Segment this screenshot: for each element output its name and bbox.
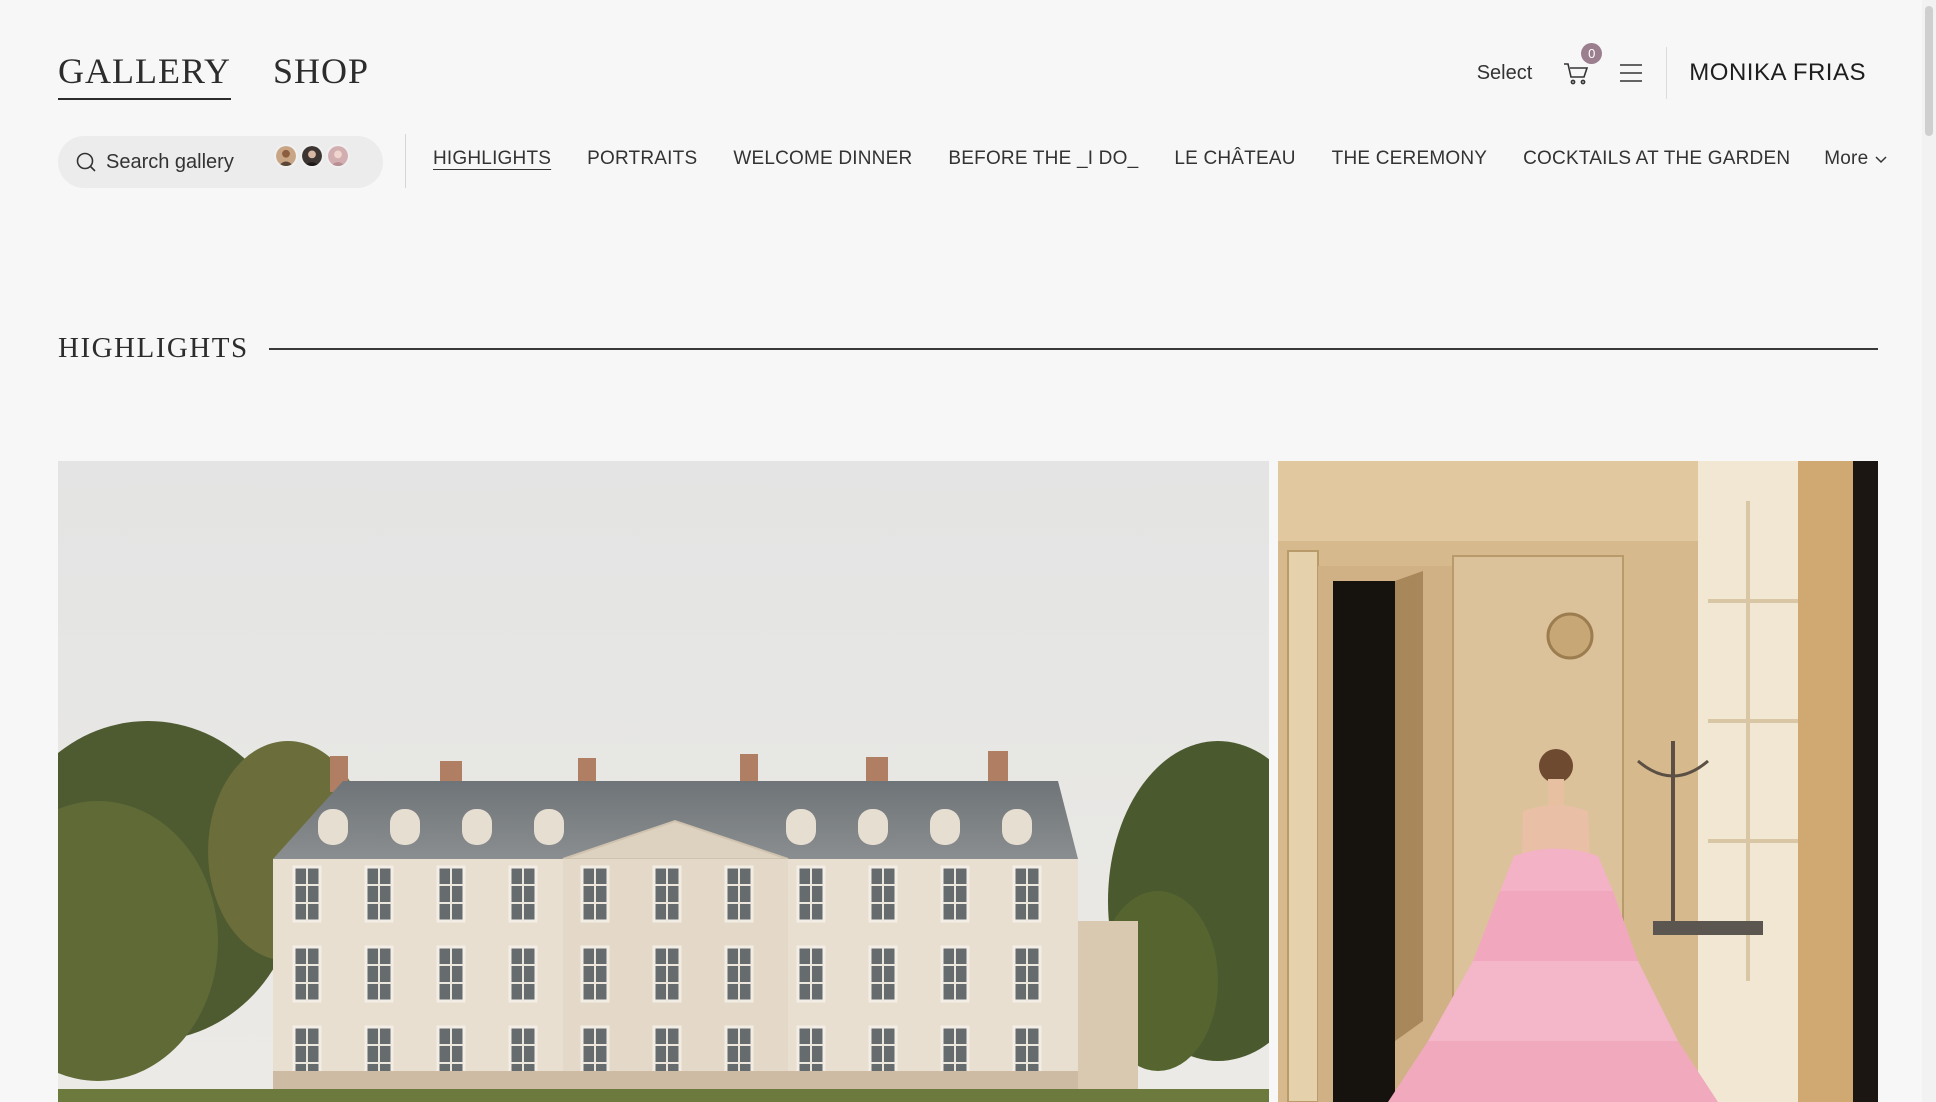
section-highlights[interactable]: HIGHLIGHTS <box>433 148 551 170</box>
scrollbar-thumb[interactable] <box>1925 6 1933 136</box>
chevron-down-icon <box>1875 156 1887 164</box>
tab-gallery[interactable]: GALLERY <box>58 50 231 100</box>
search-icon <box>76 152 96 172</box>
cart-icon <box>1564 63 1589 85</box>
select-button[interactable]: Select <box>1477 62 1533 85</box>
heading-rule <box>268 347 1878 350</box>
more-label: More <box>1824 148 1869 169</box>
section-le-chateau[interactable]: LE CHÂTEAU <box>1174 148 1295 170</box>
more-dropdown[interactable]: More <box>1824 148 1888 170</box>
avatar[interactable] <box>326 144 350 168</box>
scrollbar[interactable] <box>1922 0 1936 1102</box>
search-input[interactable] <box>106 150 276 174</box>
header-divider <box>1666 47 1668 99</box>
tab-shop[interactable]: SHOP <box>273 50 369 100</box>
face-filter-avatars[interactable] <box>274 144 358 168</box>
section-before-the-i-do[interactable]: BEFORE THE _I DO_ <box>948 148 1138 170</box>
avatar[interactable] <box>274 144 298 168</box>
section-nav: HIGHLIGHTS PORTRAITS WELCOME DINNER BEFO… <box>433 148 1888 170</box>
cart-count-badge: 0 <box>1581 43 1603 64</box>
gallery-photo-chateau[interactable] <box>58 461 1269 1102</box>
section-cocktails-at-the-garden[interactable]: COCKTAILS AT THE GARDEN <box>1523 148 1790 170</box>
section-heading: HIGHLIGHTS <box>58 332 1878 365</box>
header-actions: Select 0 MONIKA FRIAS <box>1477 43 1866 99</box>
cart-button[interactable]: 0 <box>1562 43 1603 87</box>
menu-icon[interactable] <box>1618 62 1644 84</box>
avatar[interactable] <box>300 144 324 168</box>
brand-logo[interactable]: MONIKA FRIAS <box>1689 59 1866 87</box>
section-the-ceremony[interactable]: THE CEREMONY <box>1332 148 1487 170</box>
section-portraits[interactable]: PORTRAITS <box>587 148 697 170</box>
nav-divider <box>405 134 406 188</box>
top-tabs: GALLERY SHOP <box>58 50 369 100</box>
search-bar <box>58 136 383 188</box>
gallery-photo-bride[interactable] <box>1278 461 1878 1102</box>
section-title: HIGHLIGHTS <box>58 332 249 364</box>
section-welcome-dinner[interactable]: WELCOME DINNER <box>733 148 912 170</box>
